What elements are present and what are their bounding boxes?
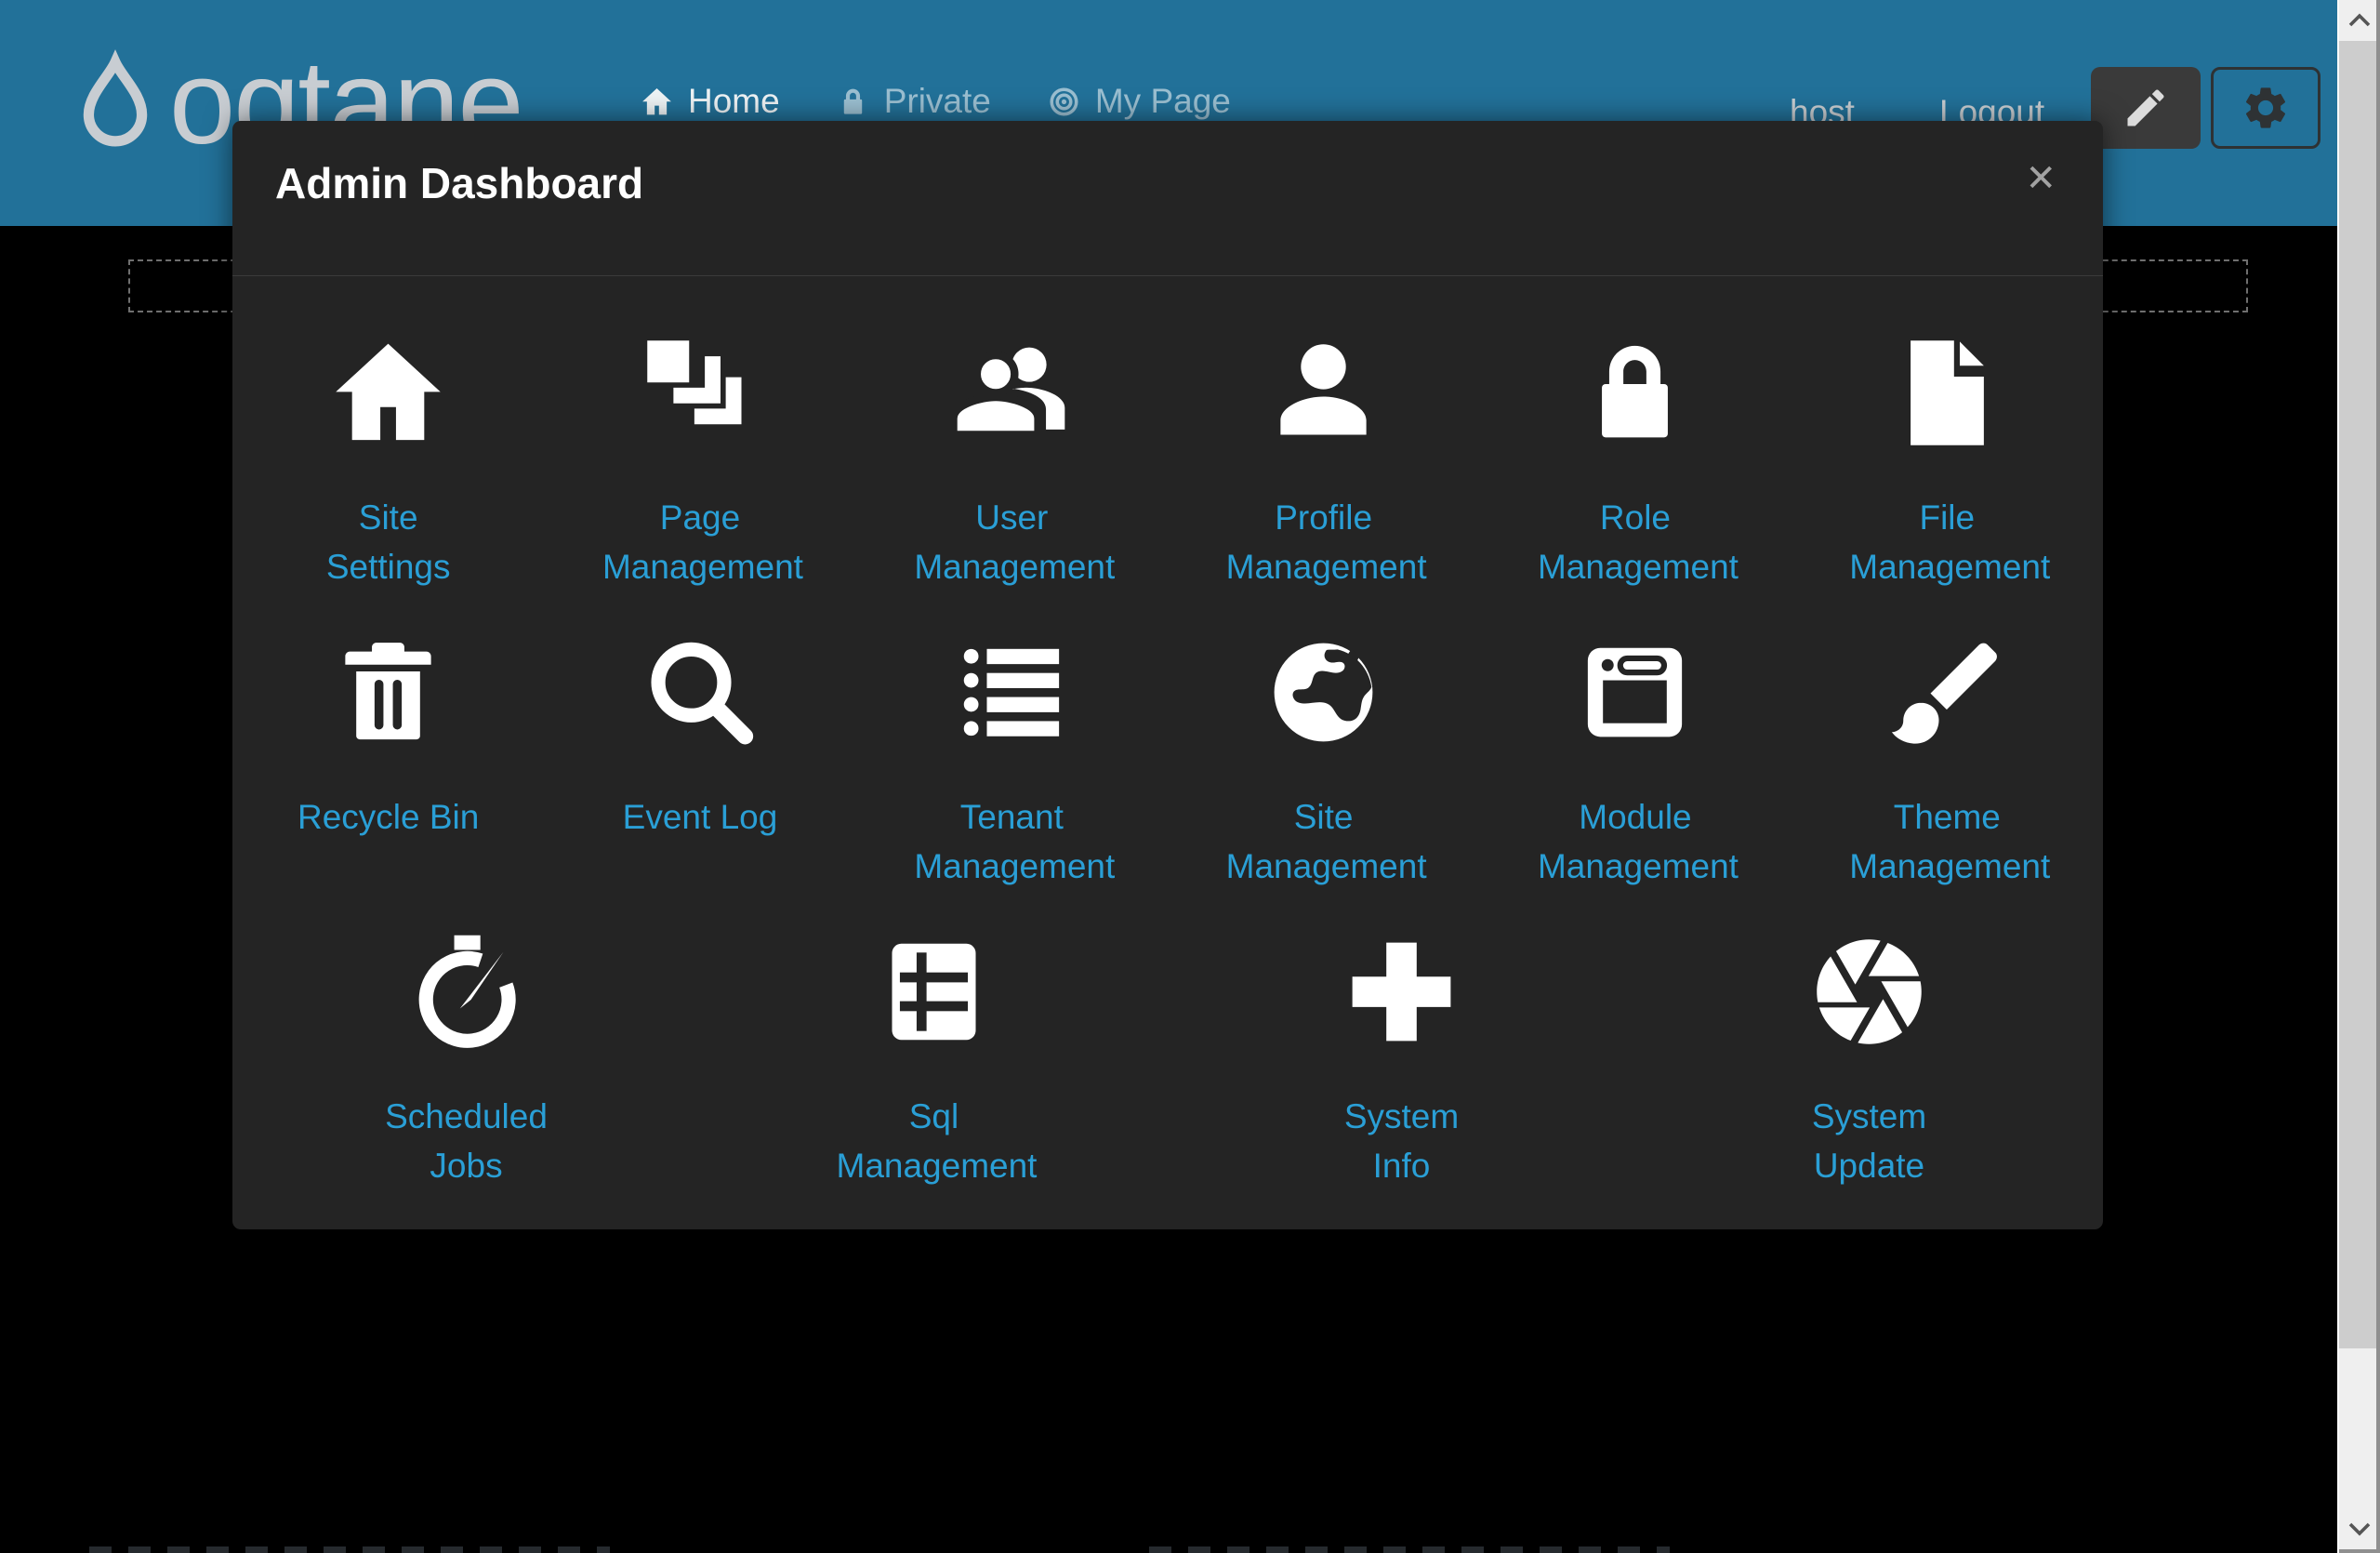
tile-row-2: Recycle Bin Event Log TenantManagement S… xyxy=(232,630,2103,929)
tile-label: FileManagement xyxy=(1849,493,2044,591)
tile-label: PageManagement xyxy=(602,493,798,591)
medical-cross-icon xyxy=(1339,929,1464,1055)
tile-person[interactable]: ProfileManagement xyxy=(1168,330,1479,630)
people-icon xyxy=(949,330,1075,456)
tile-icon xyxy=(1572,630,1698,755)
tile-icon xyxy=(1572,330,1698,456)
tile-label: ModuleManagement xyxy=(1538,792,1733,891)
tile-icon xyxy=(1261,630,1386,755)
globe-icon xyxy=(1261,630,1386,755)
browser-icon xyxy=(1572,630,1698,755)
tile-icon xyxy=(325,630,451,755)
tile-row-1: SiteSettings PageManagement UserManageme… xyxy=(232,330,2103,630)
file-icon xyxy=(1884,330,2010,456)
tile-label: SiteSettings xyxy=(326,493,451,591)
tile-icon xyxy=(1261,330,1386,456)
gear-icon xyxy=(2241,83,2291,133)
tile-timer[interactable]: ScheduledJobs xyxy=(232,929,700,1228)
tile-icon xyxy=(637,330,762,456)
magnifier-icon xyxy=(637,630,762,755)
close-icon[interactable]: ✕ xyxy=(2025,160,2056,197)
layers-icon xyxy=(637,330,762,456)
tile-label: ProfileManagement xyxy=(1226,493,1421,591)
scroll-down-button[interactable] xyxy=(2339,1508,2380,1549)
page: oqtane Home Private My Page host Logout xyxy=(0,0,2380,1553)
list-icon xyxy=(949,630,1075,755)
tile-icon xyxy=(325,330,451,456)
tile-label: TenantManagement xyxy=(914,792,1109,891)
tile-label: SystemInfo xyxy=(1344,1092,1459,1190)
scroll-up-button[interactable] xyxy=(2339,0,2380,41)
tile-spreadsheet[interactable]: SqlManagement xyxy=(700,929,1168,1228)
scrollbar-thumb[interactable] xyxy=(2339,41,2378,1348)
chevron-down-icon xyxy=(2347,1520,2372,1537)
tile-medical-cross[interactable]: SystemInfo xyxy=(1168,929,1635,1228)
timer-icon xyxy=(403,929,529,1055)
tile-label: ThemeManagement xyxy=(1849,792,2044,891)
tile-file[interactable]: FileManagement xyxy=(1792,330,2103,630)
tile-browser[interactable]: ModuleManagement xyxy=(1479,630,1791,929)
tile-icon xyxy=(949,630,1075,755)
tile-label: SystemUpdate xyxy=(1812,1092,1926,1190)
chevron-up-icon xyxy=(2347,12,2372,29)
trash-icon xyxy=(325,630,451,755)
tile-brush[interactable]: ThemeManagement xyxy=(1792,630,2103,929)
tile-label: Event Log xyxy=(623,792,778,842)
tile-icon xyxy=(403,929,529,1055)
tile-icon xyxy=(949,330,1075,456)
tile-list[interactable]: TenantManagement xyxy=(856,630,1168,929)
tile-lock[interactable]: RoleManagement xyxy=(1479,330,1791,630)
settings-button[interactable] xyxy=(2211,67,2320,149)
aperture-icon xyxy=(1806,929,1932,1055)
brush-icon xyxy=(1884,630,2010,755)
tile-icon xyxy=(637,630,762,755)
tile-label: UserManagement xyxy=(914,493,1109,591)
tile-icon xyxy=(1339,929,1464,1055)
tile-trash[interactable]: Recycle Bin xyxy=(232,630,544,929)
admin-dashboard-modal: Admin Dashboard ✕ SiteSettings PageManag… xyxy=(232,121,2103,1229)
tile-home[interactable]: SiteSettings xyxy=(232,330,544,630)
cut-off-content xyxy=(89,1546,610,1553)
tile-layers[interactable]: PageManagement xyxy=(544,330,855,630)
lock-icon xyxy=(1572,330,1698,456)
modal-title: Admin Dashboard xyxy=(275,158,643,208)
tile-icon xyxy=(871,929,997,1055)
tile-icon xyxy=(1884,630,2010,755)
spreadsheet-icon xyxy=(871,929,997,1055)
tile-icon xyxy=(1884,330,2010,456)
cut-off-content xyxy=(1149,1546,1670,1553)
tile-label: SiteManagement xyxy=(1226,792,1421,891)
modal-header: Admin Dashboard ✕ xyxy=(232,121,2103,276)
tile-aperture[interactable]: SystemUpdate xyxy=(1635,929,2103,1228)
window-edge xyxy=(2339,1549,2380,1553)
tile-label: Recycle Bin xyxy=(298,792,479,842)
tile-label: SqlManagement xyxy=(837,1092,1032,1190)
vertical-scrollbar xyxy=(2337,0,2380,1553)
tile-row-3: ScheduledJobs SqlManagement SystemInfo S… xyxy=(232,929,2103,1228)
tile-label: ScheduledJobs xyxy=(385,1092,548,1190)
home-icon xyxy=(325,330,451,456)
edit-mode-button[interactable] xyxy=(2091,67,2201,149)
tile-people[interactable]: UserManagement xyxy=(856,330,1168,630)
person-icon xyxy=(1261,330,1386,456)
tile-label: RoleManagement xyxy=(1538,493,1733,591)
tile-icon xyxy=(1806,929,1932,1055)
modal-body: SiteSettings PageManagement UserManageme… xyxy=(232,276,2103,1228)
pencil-icon xyxy=(2122,84,2170,132)
tile-magnifier[interactable]: Event Log xyxy=(544,630,855,929)
tile-globe[interactable]: SiteManagement xyxy=(1168,630,1479,929)
